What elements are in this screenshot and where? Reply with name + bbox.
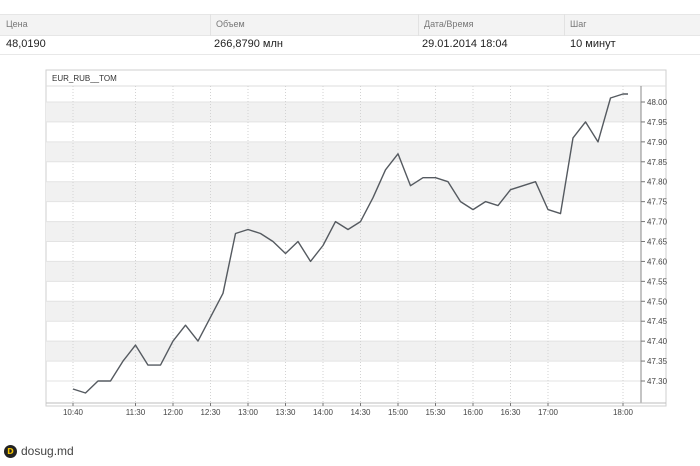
y-tick-label: 47.85: [647, 158, 668, 167]
y-tick-label: 47.90: [647, 138, 668, 147]
y-tick-label: 47.75: [647, 198, 668, 207]
x-tick-label: 13:00: [238, 408, 259, 417]
y-tick-label: 47.40: [647, 337, 668, 346]
chart-title: EUR_RUB__TOM: [52, 74, 117, 83]
y-tick-label: 47.60: [647, 257, 668, 266]
x-tick-label: 10:40: [63, 408, 84, 417]
y-tick-label: 47.70: [647, 218, 668, 227]
y-tick-label: 47.65: [647, 238, 668, 247]
x-tick-label: 15:30: [425, 408, 446, 417]
y-tick-label: 47.95: [647, 118, 668, 127]
watermark-badge: D dosug.md: [4, 443, 74, 459]
x-tick-label: 17:00: [538, 408, 559, 417]
x-tick-label: 12:00: [163, 408, 184, 417]
x-tick-label: 16:00: [463, 408, 484, 417]
x-tick-label: 18:00: [613, 408, 634, 417]
y-tick-label: 47.50: [647, 297, 668, 306]
x-tick-label: 16:30: [500, 408, 521, 417]
x-tick-label: 15:00: [388, 408, 409, 417]
y-tick-label: 47.35: [647, 357, 668, 366]
price-chart: 48.00 47.95 47.90 47.85 47.80 47.75 47.70 47.65…: [45, 69, 668, 417]
x-tick-label: 11:30: [126, 408, 146, 417]
x-tick-label: 14:30: [350, 408, 371, 417]
x-tick-label: 13:30: [275, 408, 296, 417]
dosug-logo-icon: D: [4, 444, 17, 458]
y-tick-label: 47.80: [647, 178, 668, 187]
x-tick-label: 12:30: [200, 408, 221, 417]
x-tick-label: 14:00: [313, 408, 334, 417]
y-tick-label: 47.55: [647, 277, 668, 286]
y-tick-label: 47.45: [647, 317, 668, 326]
y-tick-label: 48.00: [647, 98, 668, 107]
watermark-text: dosug.md: [21, 444, 74, 458]
y-tick-label: 47.30: [647, 377, 668, 386]
